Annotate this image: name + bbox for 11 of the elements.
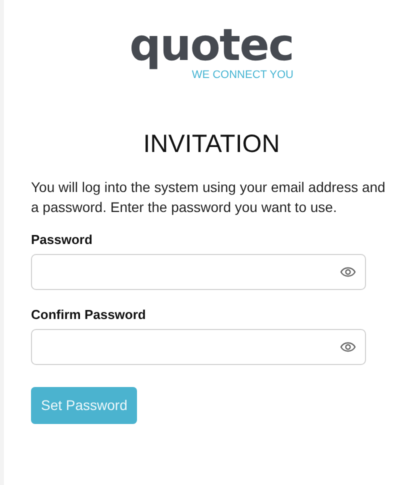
logo-wordmark: quotec [129,24,294,68]
description-text: You will log into the system using your email address and a password. Enter the password you want to use. [31,178,386,217]
eye-icon[interactable] [340,341,356,353]
set-password-button[interactable]: Set Password [31,387,138,424]
logo-tagline: WE CONNECT YOU [192,69,294,81]
field-label: Confirm Password [31,306,147,324]
password-field[interactable] [31,329,366,365]
password-field[interactable] [31,254,366,290]
field-label: Password [31,231,94,249]
page-title: INVITATION [142,129,281,159]
eye-icon[interactable] [340,266,356,278]
